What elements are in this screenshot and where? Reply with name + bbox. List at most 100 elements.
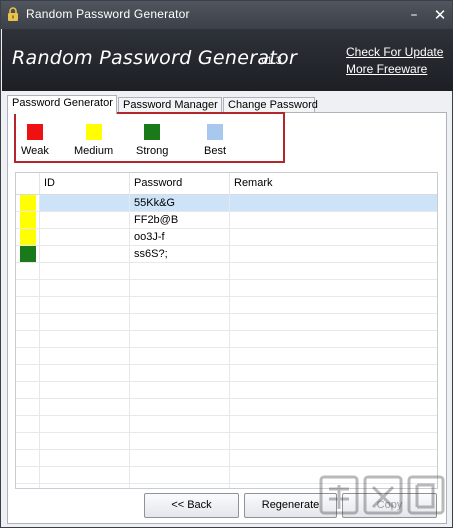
password-cell[interactable]: 55Kk&G (130, 195, 230, 211)
password-cell[interactable]: oo3J-f (130, 229, 230, 245)
empty-cell (16, 467, 40, 483)
check-update-link[interactable]: Check For Update (346, 45, 443, 59)
strength-cell (16, 212, 40, 228)
empty-cell (230, 433, 437, 449)
strength-indicator (20, 195, 36, 211)
empty-cell (130, 416, 230, 432)
empty-cell (40, 280, 130, 296)
table-row[interactable]: FF2b@B (16, 212, 437, 229)
legend-item-best: Best (204, 124, 226, 157)
empty-cell (230, 484, 437, 488)
remark-cell[interactable] (230, 246, 437, 262)
empty-cell (16, 263, 40, 279)
empty-cell (230, 280, 437, 296)
empty-cell (40, 382, 130, 398)
empty-cell (130, 382, 230, 398)
empty-row (16, 280, 437, 297)
strength-cell (16, 229, 40, 245)
table-row[interactable]: 55Kk&G (16, 195, 437, 212)
empty-cell (40, 365, 130, 381)
empty-cell (40, 263, 130, 279)
empty-row (16, 365, 437, 382)
password-cell[interactable]: FF2b@B (130, 212, 230, 228)
empty-cell (40, 433, 130, 449)
legend-label-strong: Strong (136, 145, 169, 157)
legend-item-strong: Strong (136, 124, 168, 157)
remark-cell[interactable] (230, 195, 437, 211)
close-button[interactable]: ✕ (429, 5, 451, 25)
empty-cell (130, 365, 230, 381)
empty-row (16, 467, 437, 484)
header-id[interactable]: ID (40, 173, 130, 195)
table-row[interactable]: oo3J-f (16, 229, 437, 246)
tab-password-manager[interactable]: Password Manager (118, 97, 222, 113)
empty-row (16, 348, 437, 365)
legend-label-best: Best (204, 145, 227, 157)
empty-cell (230, 314, 437, 330)
grid-header: ID Password Remark (16, 173, 437, 195)
empty-row (16, 314, 437, 331)
empty-cell (40, 297, 130, 313)
empty-row (16, 433, 437, 450)
empty-cell (16, 484, 40, 488)
legend-item-medium: Medium (74, 124, 113, 157)
header-banner: Random Password Generator v1.3 Check For… (2, 29, 453, 91)
password-cell[interactable]: ss6S?; (130, 246, 230, 262)
empty-cell (130, 331, 230, 347)
legend-label-weak: Weak (21, 145, 49, 157)
empty-cell (230, 297, 437, 313)
empty-cell (16, 314, 40, 330)
strength-legend: Weak Medium Strong Best (14, 112, 285, 163)
empty-cell (16, 331, 40, 347)
title-bar[interactable]: Random Password Generator – ✕ (1, 1, 452, 29)
regenerate-button[interactable]: Regenerate (244, 493, 337, 518)
empty-row (16, 450, 437, 467)
table-row[interactable]: ss6S?; (16, 246, 437, 263)
empty-row (16, 382, 437, 399)
empty-row (16, 399, 437, 416)
minimize-button[interactable]: – (403, 5, 425, 25)
empty-cell (130, 450, 230, 466)
empty-row (16, 416, 437, 433)
remark-cell[interactable] (230, 229, 437, 245)
empty-cell (40, 484, 130, 488)
header-password[interactable]: Password (130, 173, 230, 195)
id-cell[interactable] (40, 195, 130, 211)
empty-cell (230, 416, 437, 432)
more-freeware-link[interactable]: More Freeware (346, 62, 427, 76)
app-window: Random Password Generator – ✕ Random Pas… (0, 0, 453, 528)
id-cell[interactable] (40, 212, 130, 228)
tab-password-generator[interactable]: Password Generator (7, 95, 117, 114)
empty-cell (16, 450, 40, 466)
header-remark[interactable]: Remark (230, 173, 437, 195)
empty-row (16, 484, 437, 488)
back-button[interactable]: << Back (144, 493, 239, 518)
tab-change-password[interactable]: Change Password (223, 97, 318, 113)
empty-cell (230, 399, 437, 415)
password-grid[interactable]: ID Password Remark 55Kk&G FF2b@B oo3J-f ss6… (15, 172, 438, 489)
strength-cell (16, 246, 40, 262)
empty-cell (130, 263, 230, 279)
copy-button[interactable]: Copy (342, 493, 437, 518)
window-title: Random Password Generator (26, 7, 190, 21)
remark-cell[interactable] (230, 212, 437, 228)
tab-strip: Password Generator Password Manager Chan… (7, 95, 447, 114)
empty-cell (16, 297, 40, 313)
empty-cell (40, 450, 130, 466)
banner-title: Random Password Generator (12, 47, 298, 69)
empty-row (16, 331, 437, 348)
empty-cell (230, 467, 437, 483)
id-cell[interactable] (40, 246, 130, 262)
empty-cell (40, 416, 130, 432)
empty-cell (230, 263, 437, 279)
strength-indicator (20, 212, 36, 228)
id-cell[interactable] (40, 229, 130, 245)
empty-cell (130, 433, 230, 449)
empty-cell (40, 467, 130, 483)
lock-icon (8, 7, 18, 21)
legend-swatch-medium (85, 124, 102, 140)
version-label: v1.3 (261, 55, 282, 67)
empty-cell (130, 348, 230, 364)
empty-cell (230, 365, 437, 381)
empty-cell (230, 382, 437, 398)
